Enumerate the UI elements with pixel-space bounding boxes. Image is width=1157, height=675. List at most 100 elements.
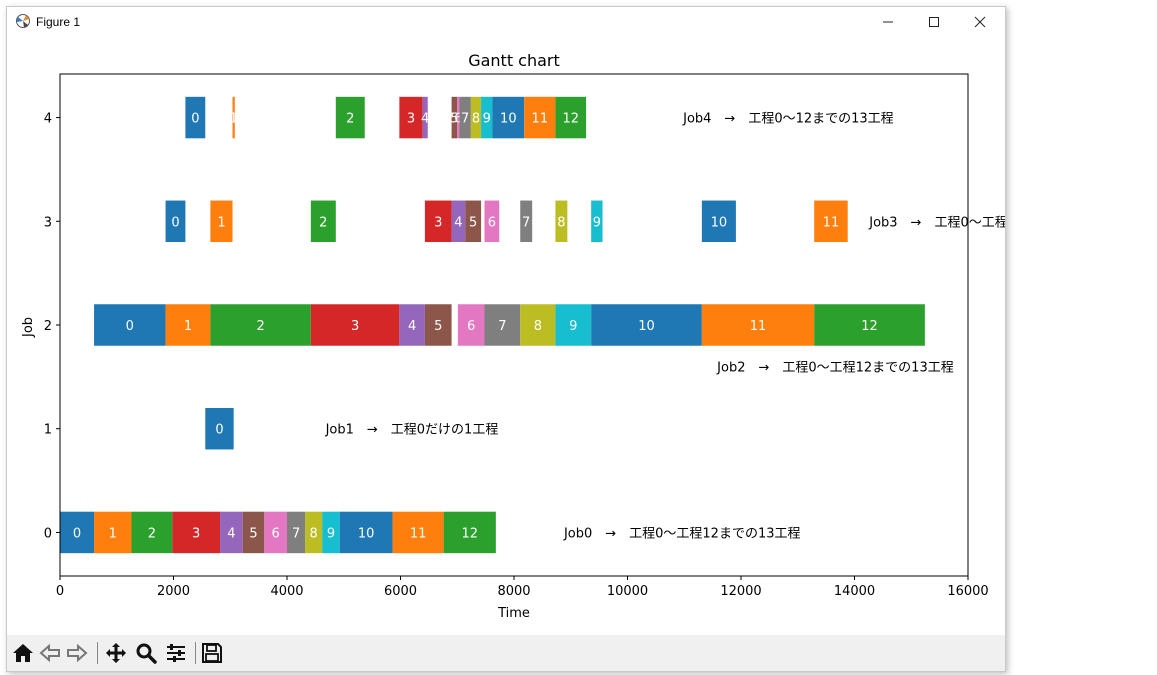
task-label: 0 — [73, 526, 81, 541]
save-icon — [202, 643, 222, 663]
task-label: 9 — [327, 526, 335, 541]
matplotlib-logo-icon — [16, 14, 30, 28]
task-label: 6 — [467, 319, 475, 334]
zoom-icon — [136, 643, 157, 664]
y-tick-label: 0 — [44, 526, 52, 541]
pan-icon — [106, 643, 126, 663]
job-annotation: Job0 → 工程0～工程12までの13工程 — [563, 526, 801, 541]
y-axis-label: Job — [21, 317, 36, 338]
maximize-icon — [929, 17, 939, 27]
gantt-chart: 0 1 2 3 4 5 6 7 8 9 10 11 1200 1 2 3 4 5 6 7 8 9 10 11 120 1 2 3 4 5 6… — [21, 51, 1106, 621]
forward-icon — [67, 643, 88, 663]
bars-layer: 0 1 2 3 4 5 6 7 8 9 10 11 1200 1 2 3 4 5 6 7 8 9 10 11 120 1 2 3 4 5 6… — [60, 96, 925, 554]
task-label: 11 — [823, 215, 840, 230]
task-label: 9 — [483, 112, 491, 127]
y-tick-label: 1 — [44, 423, 52, 438]
back-button[interactable] — [37, 641, 63, 665]
y-tick-label: 4 — [44, 112, 52, 127]
task-label: 1 — [217, 215, 225, 230]
configure-subplots-button[interactable] — [163, 641, 189, 665]
title-bar[interactable]: Figure 1 — [7, 7, 1005, 37]
figure-canvas: 0 1 2 3 4 5 6 7 8 9 10 11 12 0 0 1 2 3 4 5 6 7 8 9 10 11 12 0 1 2 3 4 5 6… — [7, 37, 1106, 635]
x-tick-label: 8000 — [497, 584, 530, 599]
close-button[interactable] — [957, 7, 1003, 37]
task-label: 5 — [249, 526, 257, 541]
close-icon — [974, 16, 986, 28]
chart-title: Gantt chart — [468, 51, 560, 70]
task-label: 0 — [171, 215, 179, 230]
task-label: 7 — [498, 319, 506, 334]
task-label: 7 — [292, 526, 300, 541]
forward-button[interactable] — [64, 641, 90, 665]
y-ticks: 0 1 2 3 4 — [44, 112, 60, 541]
job-annotation: Job4 → 工程0～12までの13工程 — [682, 112, 894, 127]
job-annotation: Job2 → 工程0～工程12までの13工程 — [716, 360, 954, 375]
task-label: 8 — [310, 526, 318, 541]
task-label: 6 — [488, 215, 496, 230]
y-tick-label: 3 — [44, 215, 52, 230]
maximize-button[interactable] — [911, 7, 957, 37]
toolbar-separator — [97, 642, 98, 664]
task-label: 8 — [472, 112, 480, 127]
toolbar-separator — [195, 642, 196, 664]
task-label: 7 — [461, 112, 469, 127]
task-label: 3 — [351, 319, 359, 334]
task-label: 0 — [191, 112, 199, 127]
zoom-button[interactable] — [133, 641, 159, 665]
task-label: 1 — [184, 319, 192, 334]
task-label: 2 — [346, 112, 354, 127]
task-label: 12 — [461, 526, 478, 541]
task-label: 7 — [522, 215, 530, 230]
home-button[interactable] — [10, 641, 36, 665]
task-label: 1 — [109, 526, 117, 541]
task-label: 9 — [569, 319, 577, 334]
task-label: 10 — [358, 526, 375, 541]
task-label: 4 — [227, 526, 235, 541]
task-label: 11 — [532, 112, 549, 127]
task-label: 6 — [272, 526, 280, 541]
task-label: 1 — [230, 112, 238, 127]
task-label: 5 — [434, 319, 442, 334]
task-label: 3 — [407, 112, 415, 127]
home-icon — [13, 644, 33, 662]
task-label: 5 — [469, 215, 477, 230]
y-tick-label: 2 — [44, 319, 52, 334]
x-ticks: 0 2000 4000 6000 8000 10000 12000 14000 16000 — [56, 576, 989, 599]
task-label: 10 — [500, 112, 517, 127]
task-label: 8 — [557, 215, 565, 230]
configure-subplots-icon — [167, 644, 185, 662]
task-label: 4 — [454, 215, 462, 230]
minimize-button[interactable] — [865, 7, 911, 37]
task-label: 4 — [421, 112, 429, 127]
x-tick-label: 12000 — [720, 584, 761, 599]
x-tick-label: 6000 — [384, 584, 417, 599]
task-label: 8 — [534, 319, 542, 334]
task-label: 12 — [861, 319, 878, 334]
back-icon — [39, 643, 60, 663]
x-tick-label: 16000 — [947, 584, 988, 599]
task-label: 0 — [126, 319, 134, 334]
x-tick-label: 10000 — [607, 584, 648, 599]
task-label: 3 — [192, 526, 200, 541]
figure-window: Figure 1 0 1 2 3 4 5 6 7 8 9 10 11 12 0 0 1 2 3 4 5 6 7 8 9 10 11… — [6, 6, 1106, 672]
task-label: 9 — [593, 215, 601, 230]
job-annotation: Job3 → 工程0～工程11までの12工程 — [868, 215, 1005, 230]
x-tick-label: 2000 — [157, 584, 190, 599]
task-label: 11 — [410, 526, 427, 541]
job-annotation: Job1 → 工程0だけの1工程 — [325, 423, 499, 438]
save-button[interactable] — [199, 641, 225, 665]
task-label: 4 — [408, 319, 416, 334]
x-tick-label: 4000 — [270, 584, 303, 599]
pan-button[interactable] — [103, 641, 129, 665]
task-label: 0 — [215, 423, 223, 438]
window-title: Figure 1 — [36, 15, 81, 29]
task-label: 11 — [750, 319, 767, 334]
x-tick-label: 0 — [56, 584, 64, 599]
x-tick-label: 14000 — [834, 584, 875, 599]
task-label: 10 — [711, 215, 728, 230]
minimize-icon — [883, 21, 893, 23]
x-axis-label: Time — [497, 606, 530, 621]
navigation-toolbar — [7, 635, 1005, 671]
task-label: 12 — [562, 112, 579, 127]
task-label: 2 — [256, 319, 264, 334]
